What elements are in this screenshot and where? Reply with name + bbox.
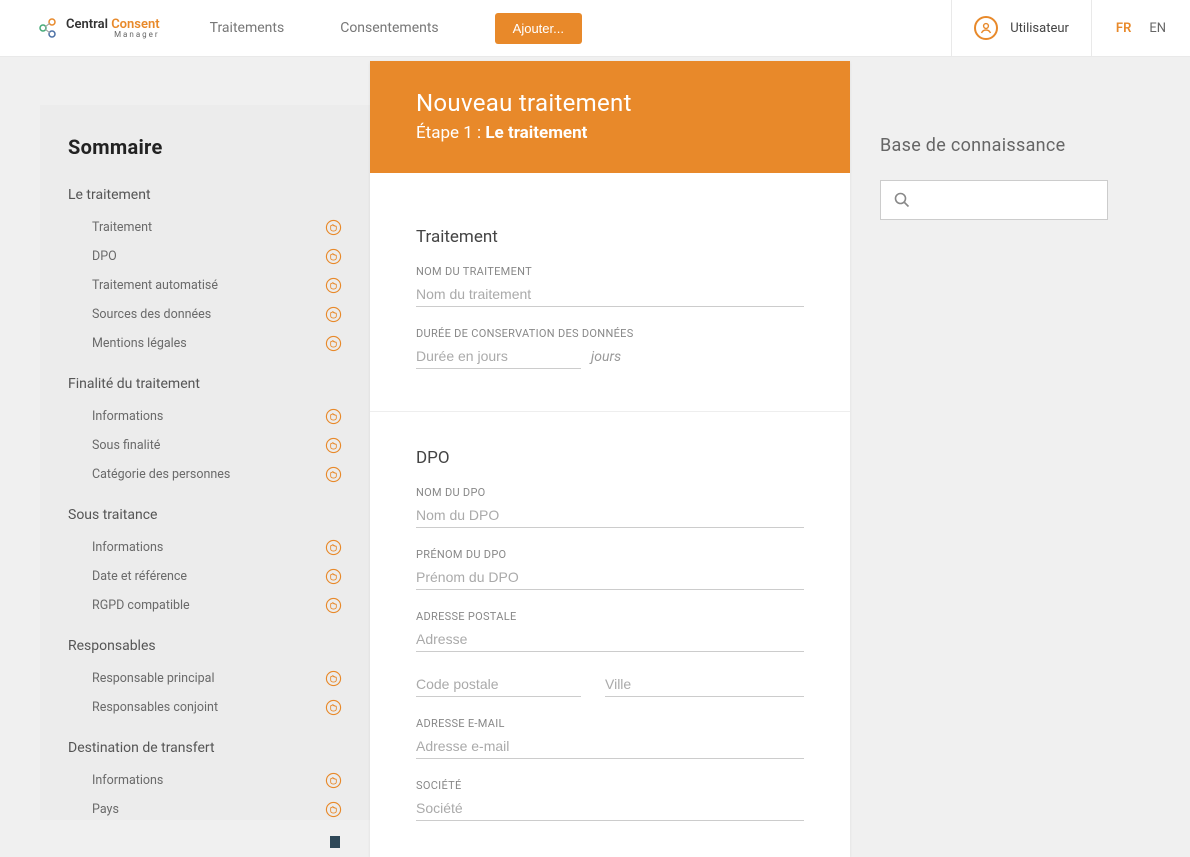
hand-icon: [325, 248, 342, 265]
input-societe[interactable]: [416, 796, 804, 821]
sidebar-item[interactable]: Sous finalité: [68, 433, 342, 458]
duree-suffix: jours: [591, 349, 621, 365]
sidebar-title: Sommaire: [68, 135, 342, 159]
progress-indicator: [330, 836, 340, 848]
sidebar-item[interactable]: Mentions légales: [68, 331, 342, 356]
main-nav: Traitements Consentements Ajouter...: [210, 13, 582, 44]
kb-title: Base de connaissance: [880, 135, 1134, 156]
search-icon: [893, 191, 911, 209]
sidebar-item-label: Catégorie des personnes: [92, 467, 230, 482]
sidebar-item-label: Sources des données: [92, 307, 211, 322]
sidebar-item[interactable]: Pays: [68, 797, 342, 820]
hand-icon: [325, 219, 342, 236]
logo[interactable]: Central Consent Manager: [38, 17, 160, 39]
hand-icon: [325, 597, 342, 614]
form-title: Nouveau traitement: [416, 89, 804, 117]
user-menu[interactable]: Utilisateur: [951, 0, 1091, 57]
sidebar-item[interactable]: Date et référence: [68, 564, 342, 589]
sidebar-item[interactable]: Responsables conjoint: [68, 695, 342, 720]
hand-icon: [325, 801, 342, 818]
sidebar-item[interactable]: Responsable principal: [68, 666, 342, 691]
sidebar-item-label: Date et référence: [92, 569, 187, 584]
sidebar-section-heading[interactable]: Destination de transfert: [68, 740, 342, 756]
form-header: Nouveau traitement Étape 1 : Le traiteme…: [370, 61, 850, 173]
header: Central Consent Manager Traitements Cons…: [0, 0, 1190, 57]
sidebar-item[interactable]: Informations: [68, 404, 342, 429]
sidebar-item-label: Sous finalité: [92, 438, 160, 453]
hand-icon: [325, 539, 342, 556]
nav-consentements[interactable]: Consentements: [340, 20, 438, 36]
hand-icon: [325, 437, 342, 454]
sidebar-item-label: Mentions légales: [92, 336, 187, 351]
sidebar-item-label: Responsable principal: [92, 671, 215, 686]
sidebar-item[interactable]: Traitement automatisé: [68, 273, 342, 298]
hand-icon: [325, 408, 342, 425]
sidebar-section-heading[interactable]: Finalité du traitement: [68, 376, 342, 392]
input-duree[interactable]: [416, 344, 581, 369]
sidebar-item[interactable]: Traitement: [68, 215, 342, 240]
sidebar-item[interactable]: RGPD compatible: [68, 593, 342, 618]
sidebar-item-label: Traitement automatisé: [92, 278, 218, 293]
sidebar-item[interactable]: Informations: [68, 535, 342, 560]
sidebar-item-label: Traitement: [92, 220, 152, 235]
hand-icon: [325, 306, 342, 323]
input-prenom-dpo[interactable]: [416, 565, 804, 590]
sidebar-item-label: Pays: [92, 802, 119, 817]
input-ville[interactable]: [605, 672, 804, 697]
hand-icon: [325, 772, 342, 789]
sidebar-item[interactable]: DPO: [68, 244, 342, 269]
sidebar-item[interactable]: Informations: [68, 768, 342, 793]
hand-icon: [325, 699, 342, 716]
sidebar-section-heading[interactable]: Sous traitance: [68, 507, 342, 523]
sidebar-item[interactable]: Catégorie des personnes: [68, 462, 342, 487]
label-email: ADRESSE E-MAIL: [416, 717, 804, 730]
label-nom-dpo: NOM DU DPO: [416, 486, 804, 499]
user-icon: [974, 16, 998, 40]
input-nom-traitement[interactable]: [416, 282, 804, 307]
sidebar-section-heading[interactable]: Responsables: [68, 638, 342, 654]
sidebar-section-heading[interactable]: Le traitement: [68, 187, 342, 203]
hand-icon: [325, 466, 342, 483]
hand-icon: [325, 335, 342, 352]
section-traitement: Traitement NOM DU TRAITEMENT DURÉE DE CO…: [416, 227, 804, 412]
kb-search-box[interactable]: [880, 180, 1108, 220]
input-code-postale[interactable]: [416, 672, 581, 697]
lang-fr[interactable]: FR: [1116, 21, 1131, 36]
add-button[interactable]: Ajouter...: [495, 13, 582, 44]
sidebar-item[interactable]: Sources des données: [68, 302, 342, 327]
hand-icon: [325, 277, 342, 294]
label-nom-traitement: NOM DU TRAITEMENT: [416, 265, 804, 278]
user-label: Utilisateur: [1010, 21, 1069, 36]
kb-search-input[interactable]: [919, 192, 1095, 208]
nav-traitements[interactable]: Traitements: [210, 20, 285, 36]
input-adresse[interactable]: [416, 627, 804, 652]
section-dpo: DPO NOM DU DPO PRÉNOM DU DPO ADRESSE POS…: [416, 448, 804, 821]
sidebar-item-label: Responsables conjoint: [92, 700, 218, 715]
logo-icon: [38, 17, 60, 39]
label-adresse: ADRESSE POSTALE: [416, 610, 804, 623]
label-duree: DURÉE DE CONSERVATION DES DONNÉES: [416, 327, 804, 340]
sidebar-item-label: Informations: [92, 773, 163, 788]
lang-en[interactable]: EN: [1149, 21, 1166, 36]
label-prenom-dpo: PRÉNOM DU DPO: [416, 548, 804, 561]
language-switch: FR EN: [1091, 0, 1190, 57]
input-nom-dpo[interactable]: [416, 503, 804, 528]
sidebar-item-label: Informations: [92, 409, 163, 424]
input-email[interactable]: [416, 734, 804, 759]
label-societe: SOCIÉTÉ: [416, 779, 804, 792]
sidebar-item-label: Informations: [92, 540, 163, 555]
knowledge-base: Base de connaissance: [850, 105, 1150, 848]
hand-icon: [325, 670, 342, 687]
sidebar-item-label: DPO: [92, 249, 117, 264]
form-card: Nouveau traitement Étape 1 : Le traiteme…: [370, 61, 850, 857]
hand-icon: [325, 568, 342, 585]
sidebar-item-label: RGPD compatible: [92, 598, 190, 613]
summary-sidebar: Sommaire Le traitement Traitement DPO Trait…: [40, 105, 370, 820]
